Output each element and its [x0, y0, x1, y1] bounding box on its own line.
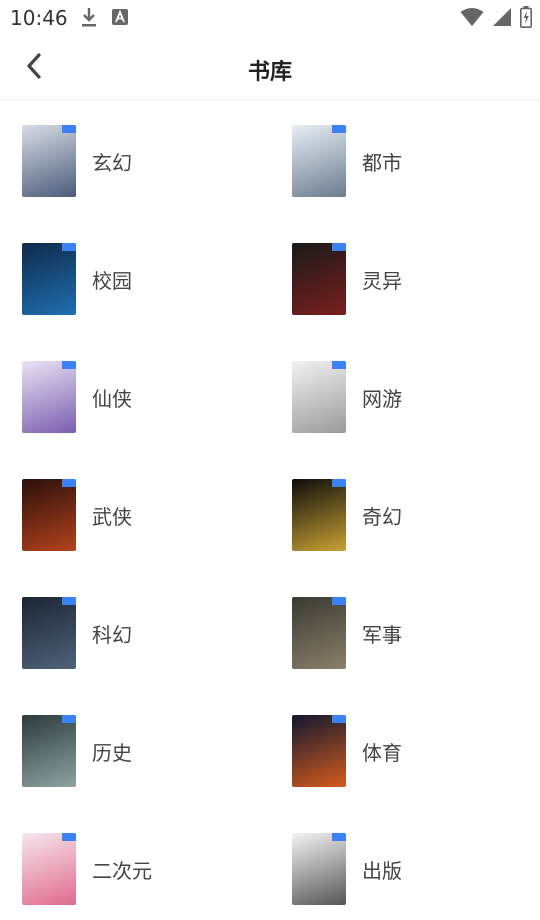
book-cover-image — [292, 479, 346, 551]
book-cover-image — [22, 125, 76, 197]
category-label: 军事 — [362, 622, 402, 647]
book-cover-image — [22, 597, 76, 669]
category-label: 玄幻 — [92, 150, 132, 175]
category-label: 科幻 — [92, 622, 132, 647]
category-item[interactable]: 武侠 — [22, 470, 282, 560]
book-cover-image — [22, 833, 76, 905]
category-item[interactable]: 体育 — [292, 706, 540, 796]
category-label: 武侠 — [92, 504, 132, 529]
category-label: 体育 — [362, 740, 402, 765]
book-cover-image — [292, 833, 346, 905]
category-item[interactable]: 网游 — [292, 352, 540, 442]
category-label: 网游 — [362, 386, 402, 411]
book-cover-image — [22, 243, 76, 315]
status-left-icons — [80, 6, 128, 32]
category-item[interactable]: 玄幻 — [22, 116, 282, 206]
app-header: 书库 — [0, 36, 540, 100]
status-bar: 10:46 — [0, 0, 540, 36]
category-label: 灵异 — [362, 268, 402, 293]
category-item[interactable]: 历史 — [22, 706, 282, 796]
category-item[interactable]: 军事 — [292, 588, 540, 678]
category-item[interactable]: 灵异 — [292, 234, 540, 324]
category-label: 仙侠 — [92, 386, 132, 411]
category-item[interactable]: 二次元 — [22, 824, 282, 914]
category-label: 都市 — [362, 150, 402, 175]
category-label: 校园 — [92, 268, 132, 293]
category-label: 出版 — [362, 858, 402, 883]
category-item[interactable]: 仙侠 — [22, 352, 282, 442]
category-label: 奇幻 — [362, 504, 402, 529]
book-cover-image — [292, 125, 346, 197]
category-item[interactable]: 科幻 — [22, 588, 282, 678]
status-right-icons — [460, 6, 532, 32]
download-icon — [80, 6, 98, 32]
book-cover-image — [22, 361, 76, 433]
category-item[interactable]: 校园 — [22, 234, 282, 324]
book-cover-image — [292, 243, 346, 315]
book-cover-image — [292, 715, 346, 787]
book-cover-image — [22, 479, 76, 551]
status-time: 10:46 — [10, 6, 68, 30]
category-label: 历史 — [92, 740, 132, 765]
battery-charging-icon — [520, 6, 532, 32]
wifi-icon — [460, 7, 484, 31]
category-item[interactable]: 都市 — [292, 116, 540, 206]
page-title: 书库 — [247, 60, 292, 85]
signal-icon — [492, 7, 512, 31]
category-item[interactable]: 出版 — [292, 824, 540, 914]
book-cover-image — [22, 715, 76, 787]
category-item[interactable]: 奇幻 — [292, 470, 540, 560]
font-icon — [112, 9, 128, 29]
book-cover-image — [292, 361, 346, 433]
book-cover-image — [292, 597, 346, 669]
category-label: 二次元 — [92, 858, 152, 883]
